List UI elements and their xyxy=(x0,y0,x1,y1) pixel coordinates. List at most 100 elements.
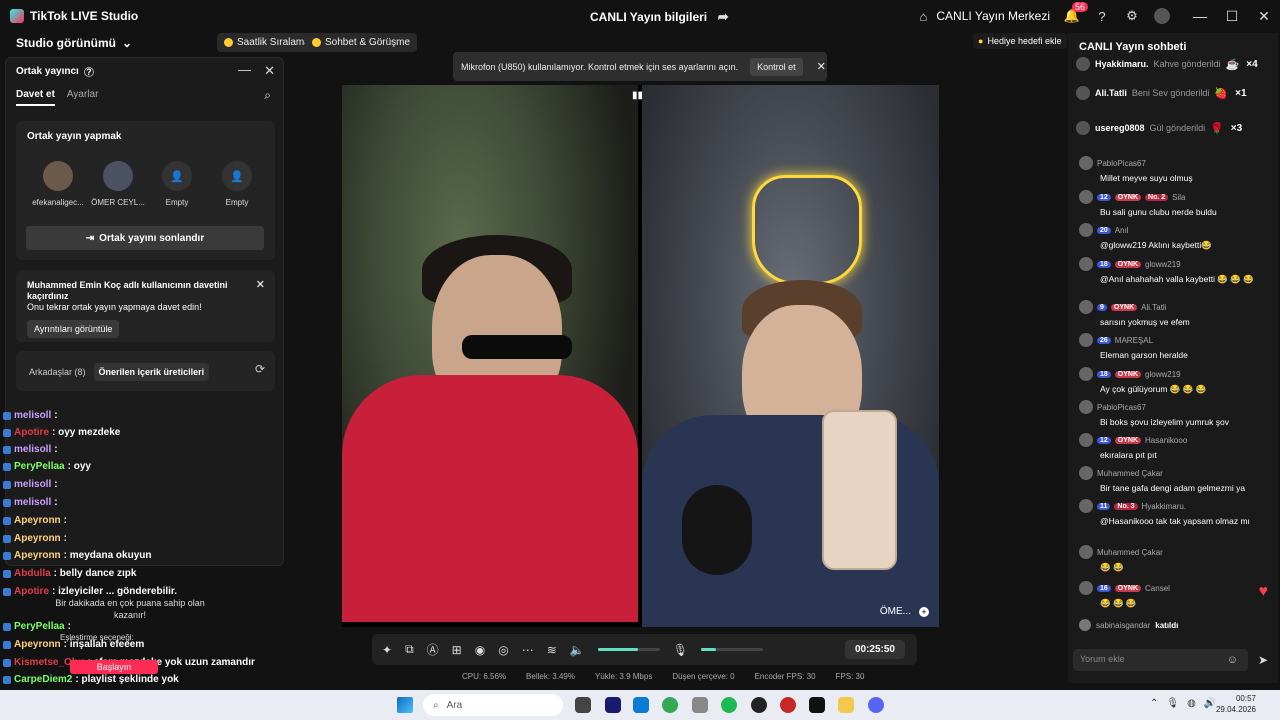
chat-user[interactable]: Cansel xyxy=(1145,584,1170,593)
media-player-icon[interactable] xyxy=(780,697,796,713)
tab-settings[interactable]: Ayarlar xyxy=(67,89,99,106)
volume-slider[interactable] xyxy=(597,648,660,651)
chat-user[interactable]: Hasanikooo xyxy=(1145,436,1187,445)
minimize-panel-button[interactable]: — xyxy=(238,62,251,77)
chat-user[interactable]: MAREŞAL xyxy=(1115,336,1153,345)
task-view-icon[interactable] xyxy=(575,697,591,713)
tab-invite[interactable]: Davet et xyxy=(16,89,55,106)
cohost-slot-2[interactable]: ÖMER CEYL... xyxy=(88,161,148,207)
chat-user[interactable]: Muhammed Çakar xyxy=(1097,548,1163,557)
overlay-chat-line: melisoll: xyxy=(3,479,58,490)
slot-label: ÖMER CEYL... xyxy=(91,198,145,207)
magic-wand-icon[interactable]: ✦ xyxy=(382,643,392,657)
outlook-icon[interactable] xyxy=(633,697,649,713)
notification-badge: 56 xyxy=(1072,2,1089,12)
chat-user[interactable]: gloww219 xyxy=(1145,370,1181,379)
chat-user[interactable]: gloww219 xyxy=(1145,260,1181,269)
help-button[interactable]: ? xyxy=(1094,8,1110,24)
spotify-icon[interactable] xyxy=(721,697,737,713)
after-effects-icon[interactable] xyxy=(605,697,621,713)
user-badge: 12 xyxy=(1097,436,1111,444)
close-panel-button[interactable]: ✕ xyxy=(264,63,275,79)
studio-view-dropdown[interactable]: Studio görünümü ⌄ xyxy=(16,36,132,50)
camera-icon[interactable]: ◎ xyxy=(498,643,508,657)
notifications-button[interactable]: 🔔 56 xyxy=(1064,2,1089,24)
live-info-button[interactable]: CANLI Yayın bilgileri ➦ xyxy=(590,9,731,25)
user-badge: OYNK xyxy=(1114,260,1142,268)
avatar xyxy=(1154,8,1170,24)
settings-button[interactable]: ⚙ xyxy=(1124,8,1140,24)
profile-button[interactable] xyxy=(1154,8,1170,24)
taskbar-search[interactable]: ⌕ Ara xyxy=(423,694,563,716)
add-icon[interactable]: + xyxy=(919,607,929,617)
add-source-icon[interactable]: ⊞ xyxy=(452,643,462,657)
discord-icon[interactable] xyxy=(868,697,884,713)
gift-count: ×3 xyxy=(1230,122,1243,134)
app-title: TikTok LIVE Studio xyxy=(30,9,139,23)
more-icon[interactable]: ⋯ xyxy=(522,643,534,657)
live-center-button[interactable]: ⌂ CANLI Yayın Merkezi xyxy=(915,8,1050,24)
ai-icon[interactable]: Ⓐ xyxy=(427,641,439,658)
chat-user[interactable]: Anıl xyxy=(1115,226,1129,235)
end-cohost-button[interactable]: ⇥ Ortak yayını sonlandır xyxy=(26,226,264,250)
view-details-button[interactable]: Ayrıntıları görüntüle xyxy=(27,320,120,338)
clock[interactable]: 00:57 29.04.2026 xyxy=(1216,693,1256,715)
overlay-chat-user: Apeyronn xyxy=(14,515,61,526)
chat-meet-button[interactable]: Sohbet & Görüşme xyxy=(305,33,418,52)
obs-icon[interactable] xyxy=(751,697,767,713)
close-button[interactable]: ✕ xyxy=(1248,8,1280,25)
close-icon[interactable]: ✕ xyxy=(817,60,826,73)
settings-app-icon[interactable] xyxy=(692,697,708,713)
send-icon[interactable]: ➤ xyxy=(1258,653,1268,667)
maximize-button[interactable]: ☐ xyxy=(1216,8,1248,25)
user-badge: OYNK xyxy=(1114,436,1142,444)
missed-invite-text: Muhammed Emin Koç adlı kullanıcının dave… xyxy=(27,280,242,313)
file-explorer-icon[interactable] xyxy=(838,697,854,713)
network-icon[interactable]: ◍ xyxy=(1187,698,1196,709)
tiktok-app-icon[interactable] xyxy=(809,697,825,713)
microphone-icon[interactable]: 🎙 xyxy=(673,643,688,657)
cohost-slot-4[interactable]: 👤 Empty xyxy=(207,161,267,207)
refresh-icon[interactable]: ⟳ xyxy=(255,362,265,376)
gift-count: ×4 xyxy=(1246,58,1258,70)
volume-icon[interactable]: 🔊 xyxy=(1204,698,1216,709)
microphone-icon[interactable]: 🎙 xyxy=(1166,698,1179,709)
search-icon[interactable]: ⌕ xyxy=(264,88,271,103)
chat-message: 26 MAREŞAL Eleman garson heralde xyxy=(1079,333,1275,360)
chat-user[interactable]: PabloPicas67 xyxy=(1097,159,1146,168)
chat-user[interactable]: PabloPicas67 xyxy=(1097,403,1146,412)
clock-date: 29.04.2026 xyxy=(1215,705,1256,714)
hourly-ranking-button[interactable]: Saatlik Sıralama xyxy=(217,33,317,52)
info-icon[interactable]: ? xyxy=(83,66,94,77)
lightbulb-icon: ● xyxy=(978,36,984,46)
screen-share-icon[interactable]: ⧉ xyxy=(405,642,414,657)
overlay-chat-line: Apotire: oyy mezdeke xyxy=(3,427,120,438)
comment-input[interactable]: Yorum ekle xyxy=(1073,649,1248,671)
avatar xyxy=(1079,300,1093,314)
speaker-icon[interactable]: 🔈 xyxy=(570,643,585,657)
mic-slider[interactable] xyxy=(700,648,763,651)
start-button[interactable] xyxy=(397,697,413,713)
minimize-button[interactable]: — xyxy=(1184,8,1216,24)
mixer-icon[interactable]: ≋ xyxy=(547,643,557,657)
chat-user[interactable]: Muhammed Çakar xyxy=(1097,469,1163,478)
overlay-chat-text: : xyxy=(54,479,58,490)
chevron-up-icon[interactable]: ⌃ xyxy=(1150,698,1158,709)
chrome-icon[interactable] xyxy=(662,697,678,713)
emoji-icon[interactable]: ☺ xyxy=(1227,654,1238,666)
check-button[interactable]: Kontrol et xyxy=(750,57,803,76)
close-icon[interactable]: ✕ xyxy=(256,278,265,291)
cohost-slot-3[interactable]: 👤 Empty xyxy=(147,161,207,207)
gift-goal-button[interactable]: ● Hediye hedefi ekle xyxy=(973,33,1067,49)
guest-camera: ÖME... + xyxy=(642,85,939,627)
start-match-button[interactable]: Başlayın xyxy=(70,660,158,674)
overlay-chat-text: : belly dance zıpk xyxy=(53,568,137,579)
tab-suggested-creators[interactable]: Önerilen içerik üreticileri xyxy=(93,363,210,381)
overlay-chat-line: CarpeDiem2: playlist şeklinde yok xyxy=(3,674,179,685)
chat-user[interactable]: Hyakkimaru. xyxy=(1142,502,1186,511)
cohost-slot-1[interactable]: efekanaligec... xyxy=(28,161,88,207)
chat-user[interactable]: Ali.Tatli xyxy=(1141,303,1166,312)
chat-user[interactable]: Sila xyxy=(1172,193,1185,202)
tab-friends[interactable]: Arkadaşlar (8) xyxy=(29,367,86,377)
record-icon[interactable]: ◉ xyxy=(475,643,485,657)
